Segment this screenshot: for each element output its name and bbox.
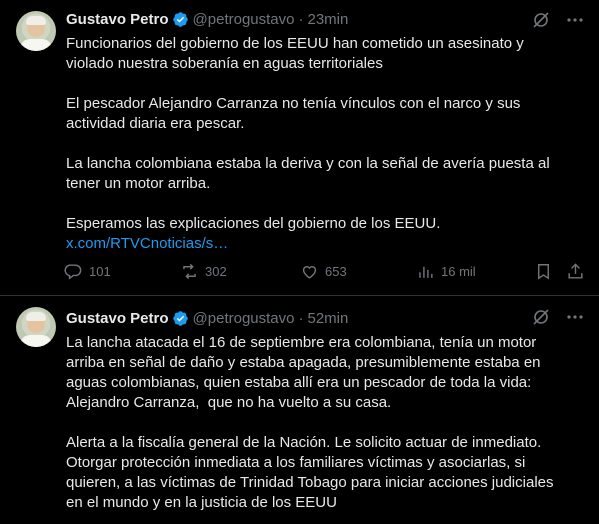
views-count: 16 mil [441, 264, 476, 279]
tweet-paragraph: Funcionarios del gobierno de los EEUU ha… [66, 35, 524, 72]
reply-button[interactable]: 101 [64, 262, 111, 281]
tweet-paragraph: Esperamos las explicaciones del gobierno… [66, 215, 441, 232]
tweet-top-actions [531, 10, 585, 30]
like-icon [300, 262, 319, 281]
timestamp[interactable]: 52min [307, 310, 348, 327]
tweet-link[interactable]: x.com/RTVCnoticias/s… [66, 234, 586, 254]
tweet-top-actions [531, 307, 585, 327]
views-button[interactable]: 16 mil [416, 262, 476, 281]
tweet-paragraph: Alerta a la fiscalía general de la Nació… [66, 434, 554, 511]
tweet-paragraph: La lancha atacada el 16 de septiembre er… [66, 334, 541, 411]
verified-badge-icon [172, 11, 189, 28]
tweet-header: Gustavo Petro @petrogustavo · 52min [66, 308, 348, 328]
bookmark-button[interactable] [534, 262, 553, 281]
tweet[interactable]: Gustavo Petro @petrogustavo · 23min Func… [0, 0, 599, 296]
tweet-text: Funcionarios del gobierno de los EEUU ha… [66, 34, 586, 254]
like-count: 653 [325, 264, 347, 279]
separator-dot: · [298, 309, 304, 327]
repost-count: 302 [205, 264, 227, 279]
verified-badge-icon [172, 310, 189, 327]
timeline-feed: Gustavo Petro @petrogustavo · 23min Func… [0, 0, 599, 524]
tweet-action-bar: 101 302 653 16 mil [64, 262, 589, 284]
author-handle[interactable]: @petrogustavo [193, 310, 295, 327]
tweet[interactable]: Gustavo Petro @petrogustavo · 52min La l… [0, 297, 599, 524]
tweet-header: Gustavo Petro @petrogustavo · 23min [66, 9, 348, 29]
like-button[interactable]: 653 [300, 262, 347, 281]
repost-icon [180, 262, 199, 281]
author-handle[interactable]: @petrogustavo [193, 11, 295, 28]
repost-button[interactable]: 302 [180, 262, 227, 281]
bookmark-icon [534, 262, 553, 281]
tweet-text: La lancha atacada el 16 de septiembre er… [66, 333, 586, 513]
avatar[interactable] [16, 307, 56, 347]
tweet-paragraph: La lancha colombiana estaba la deriva y … [66, 155, 550, 192]
author-name[interactable]: Gustavo Petro [66, 11, 169, 28]
more-icon[interactable] [565, 307, 585, 327]
tweet-paragraph: El pescador Alejandro Carranza no tenía … [66, 95, 521, 132]
share-button[interactable] [566, 262, 585, 281]
avatar[interactable] [16, 11, 56, 51]
views-icon [416, 262, 435, 281]
timestamp[interactable]: 23min [307, 11, 348, 28]
grok-icon[interactable] [531, 307, 551, 327]
share-icon [566, 262, 585, 281]
grok-icon[interactable] [531, 10, 551, 30]
separator-dot: · [298, 10, 304, 28]
reply-icon [64, 262, 83, 281]
more-icon[interactable] [565, 10, 585, 30]
author-name[interactable]: Gustavo Petro [66, 310, 169, 327]
reply-count: 101 [89, 264, 111, 279]
